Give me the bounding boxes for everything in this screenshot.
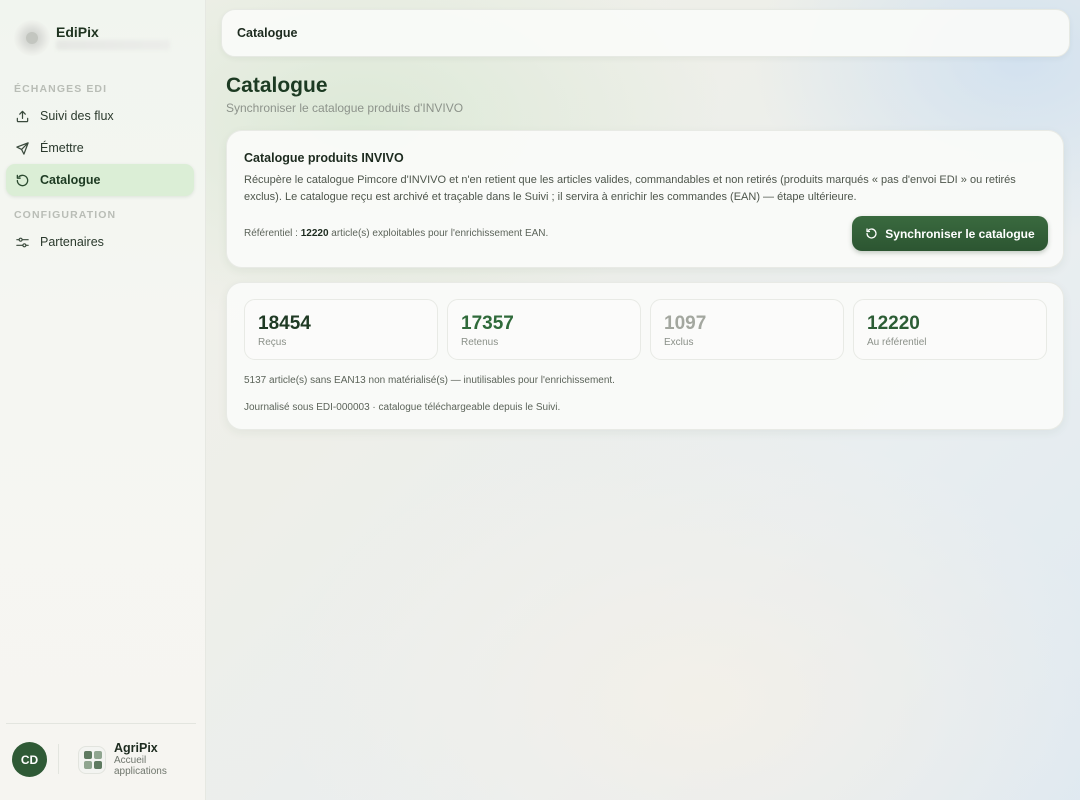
sidebar-item-label: Partenaires (40, 235, 104, 249)
page-subtitle: Synchroniser le catalogue produits d'INV… (226, 101, 464, 115)
journal-note: Journalisé sous EDI-000003 · catalogue t… (244, 402, 561, 413)
stat-label: Retenus (461, 337, 499, 348)
avatar[interactable]: CD (12, 742, 47, 777)
referentiel-count: 12220 (300, 228, 329, 239)
card-title: Catalogue produits INVIVO (244, 151, 404, 165)
sidebar-item-suivi-des-flux[interactable]: Suivi des flux (6, 100, 194, 132)
sliders-icon (16, 237, 29, 247)
sidebar-item-catalogue[interactable]: Catalogue (6, 164, 194, 196)
brand-logo (14, 20, 50, 56)
grid-icon (78, 746, 106, 774)
topbar: Catalogue (221, 9, 1070, 57)
stat-recus: 18454 Reçus (244, 299, 438, 360)
footer-separator (58, 744, 59, 774)
stat-value: 1097 (664, 313, 707, 334)
stat-label: Reçus (258, 337, 287, 348)
section-label-echanges: ÉCHANGES EDI (14, 83, 108, 95)
referentiel-suffix: article(s) exploitables pour l'enrichiss… (328, 228, 549, 239)
stat-retenus: 17357 Retenus (447, 299, 641, 360)
upload-icon (16, 110, 29, 122)
stat-exclus: 1097 Exclus (650, 299, 844, 360)
sync-button-label: Synchroniser le catalogue (885, 226, 1035, 241)
stat-value: 12220 (867, 313, 920, 334)
sync-catalogue-button[interactable]: Synchroniser le catalogue (852, 216, 1048, 251)
catalogue-info-card: Catalogue produits INVIVO Récupère le ca… (226, 130, 1064, 268)
card-description: Récupère le catalogue Pimcore d'INVIVO e… (244, 174, 1016, 203)
stat-label: Exclus (664, 337, 694, 348)
brand-name: EdiPix (56, 24, 99, 40)
referentiel-prefix: Référentiel : (244, 228, 301, 239)
refresh-icon (16, 174, 29, 186)
stat-value: 18454 (258, 313, 311, 334)
catalogue-stats-card: 18454 Reçus 17357 Retenus 1097 Exclus 12… (226, 282, 1064, 430)
sidebar-item-emettre[interactable]: Émettre (6, 132, 194, 164)
topbar-title: Catalogue (237, 26, 298, 40)
brand-subtitle-blurred (56, 40, 170, 50)
sidebar-item-label: Émettre (40, 141, 84, 155)
sidebar-footer-divider (6, 723, 196, 724)
sidebar-item-partenaires[interactable]: Partenaires (6, 226, 194, 258)
stat-label: Au référentiel (867, 337, 927, 348)
ean-missing-note: 5137 article(s) sans EAN13 non matériali… (244, 375, 615, 386)
section-label-configuration: CONFIGURATION (14, 209, 117, 221)
sidebar: EdiPix ÉCHANGES EDI Suivi des flux Émett… (0, 0, 206, 800)
apps-home-button[interactable]: AgriPix Accueil applications (76, 741, 198, 780)
page-title: Catalogue (226, 74, 328, 97)
stat-au-referentiel: 12220 Au référentiel (853, 299, 1047, 360)
apps-subtitle: Accueil applications (114, 755, 167, 777)
refresh-icon (866, 228, 877, 239)
sidebar-item-label: Suivi des flux (40, 109, 114, 123)
sidebar-item-label: Catalogue (40, 173, 101, 187)
brand[interactable]: EdiPix (14, 18, 194, 58)
send-icon (16, 141, 29, 155)
referentiel-summary: Référentiel : 12220 article(s) exploitab… (244, 228, 548, 239)
apps-title: AgriPix (114, 741, 158, 755)
stat-value: 17357 (461, 313, 514, 334)
